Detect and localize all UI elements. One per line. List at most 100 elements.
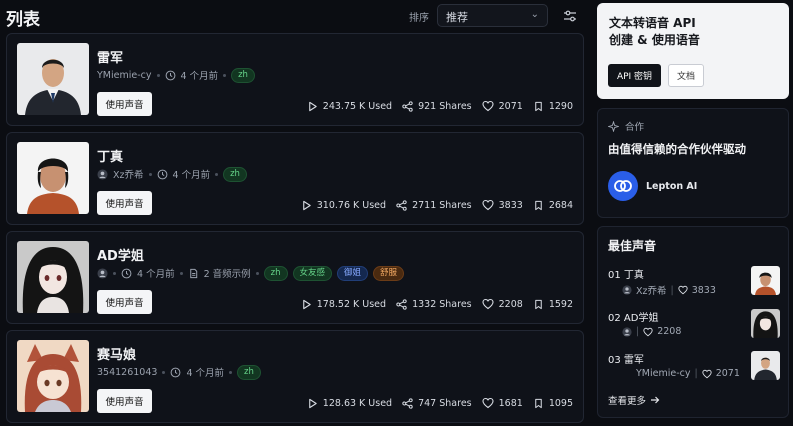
author-avatar-icon — [97, 169, 108, 180]
voice-avatar — [17, 241, 89, 313]
separator-dot — [113, 271, 116, 275]
share-icon — [396, 200, 407, 211]
voice-name[interactable]: 丁真 — [97, 146, 123, 165]
clock-icon — [157, 169, 168, 180]
voice-avatar — [17, 340, 89, 412]
list-header: 列表 排序 推荐 ⌄ — [0, 0, 590, 32]
share-stat[interactable]: 2711 Shares — [396, 200, 472, 211]
heart-icon — [678, 285, 688, 295]
save-stat[interactable]: 2684 — [533, 200, 573, 211]
heart-icon — [482, 199, 494, 211]
author-avatar-icon — [622, 327, 632, 337]
author-avatar-icon — [97, 268, 108, 279]
partner-link[interactable]: Lepton AI — [608, 171, 697, 201]
author-name[interactable]: 3541261043 — [97, 367, 157, 378]
filter-button[interactable] — [558, 4, 582, 27]
voice-avatar — [17, 142, 89, 214]
voice-card[interactable]: 赛马娘 3541261043 4 个月前 zh 使用声音 128.63 K Us… — [6, 330, 584, 423]
voice-stats: 243.75 K Used 921 Shares 2071 1290 — [307, 100, 573, 112]
bookmark-icon — [533, 200, 544, 211]
voice-name[interactable]: 雷军 — [97, 47, 123, 66]
separator: | — [670, 284, 674, 296]
clock-icon — [170, 367, 181, 378]
save-count: 1290 — [548, 100, 573, 112]
voice-stats: 310.76 K Used 2711 Shares 3833 2684 — [301, 199, 573, 211]
share-icon — [396, 299, 407, 310]
page-title: 列表 — [6, 10, 40, 30]
partner-title: 由值得信赖的合作伙伴驱动 — [608, 142, 746, 156]
play-icon — [307, 101, 318, 112]
like-count: 2208 — [498, 298, 523, 310]
voice-card[interactable]: AD学姐 4 个月前 2 音频示例 zh 女友感 御姐 舒服 使用声音 178.… — [6, 231, 584, 324]
best-voice-likes: 2208 — [657, 326, 682, 337]
language-tag: zh — [237, 364, 261, 380]
separator-dot — [156, 73, 160, 77]
voice-avatar — [17, 43, 89, 115]
author-avatar-icon — [622, 285, 632, 295]
style-tag: 舒服 — [373, 265, 405, 281]
voice-meta: YMiemie-cy 4 个月前 zh — [97, 67, 255, 83]
best-voice-item[interactable]: 03 雷军 YMiemie-cy | 2071 — [608, 351, 780, 385]
like-stat[interactable]: 3833 — [482, 199, 523, 211]
share-count: 747 Shares — [418, 397, 472, 409]
best-voice-item[interactable]: 01 丁真 Xz乔希 | 3833 — [608, 266, 780, 300]
style-tag: 御姐 — [337, 265, 369, 281]
author-name[interactable]: YMiemie-cy — [97, 70, 152, 81]
docs-button[interactable]: 文档 — [668, 64, 704, 87]
share-icon — [402, 398, 413, 409]
best-voice-name: 01 丁真 — [608, 270, 644, 281]
used-count: 178.52 K Used — [316, 298, 387, 310]
share-stat[interactable]: 1332 Shares — [396, 299, 472, 310]
author-name[interactable]: Xz乔希 — [113, 167, 144, 181]
separator: | — [694, 368, 698, 379]
see-more-link[interactable]: 查看更多 — [608, 393, 660, 407]
use-voice-button[interactable]: 使用声音 — [97, 92, 152, 116]
created-time: 4 个月前 — [186, 368, 225, 379]
save-stat[interactable]: 1095 — [533, 398, 573, 409]
heart-icon — [643, 327, 653, 337]
used-stat: 310.76 K Used — [301, 200, 386, 211]
partner-label: 合作 — [625, 122, 645, 133]
voice-stats: 178.52 K Used 1332 Shares 2208 1592 — [301, 298, 573, 310]
save-stat[interactable]: 1290 — [533, 101, 573, 112]
sort-label: 排序 — [409, 13, 429, 24]
partner-name: Lepton AI — [646, 180, 698, 192]
voice-card[interactable]: 丁真 Xz乔希 4 个月前 zh 使用声音 310.76 K Used 2711… — [6, 132, 584, 225]
use-voice-button[interactable]: 使用声音 — [97, 191, 152, 215]
bookmark-icon — [533, 398, 544, 409]
voice-meta: Xz乔希 4 个月前 zh — [97, 166, 247, 182]
voice-meta: 4 个月前 2 音频示例 zh 女友感 御姐 舒服 — [97, 265, 405, 281]
separator-dot — [215, 172, 219, 176]
like-stat[interactable]: 2071 — [482, 100, 523, 112]
share-stat[interactable]: 747 Shares — [402, 398, 472, 409]
share-stat[interactable]: 921 Shares — [402, 101, 472, 112]
sort-select[interactable]: 推荐 ⌄ — [437, 4, 548, 27]
created-time: 4 个月前 — [172, 170, 211, 181]
voice-name[interactable]: 赛马娘 — [97, 344, 136, 363]
like-stat[interactable]: 1681 — [482, 397, 523, 409]
save-stat[interactable]: 1592 — [533, 299, 573, 310]
best-voices-panel: 最佳声音 01 丁真 Xz乔希 | 3833 02 AD学姐 | 2208 03… — [597, 226, 789, 418]
used-stat: 178.52 K Used — [301, 299, 386, 310]
best-voice-name: 03 雷军 — [608, 355, 644, 366]
style-tag: 女友感 — [292, 265, 333, 281]
heart-icon — [482, 397, 494, 409]
save-count: 2684 — [548, 199, 573, 211]
use-voice-button[interactable]: 使用声音 — [97, 290, 152, 314]
api-key-button[interactable]: API 密钥 — [608, 64, 661, 87]
sliders-icon — [564, 10, 576, 21]
voice-card[interactable]: 雷军 YMiemie-cy 4 个月前 zh 使用声音 243.75 K Use… — [6, 33, 584, 126]
voice-name[interactable]: AD学姐 — [97, 245, 144, 264]
separator-dot — [255, 271, 259, 275]
like-stat[interactable]: 2208 — [482, 298, 523, 310]
like-count: 2071 — [498, 100, 523, 112]
chevron-down-icon: ⌄ — [530, 9, 539, 20]
best-voice-item[interactable]: 02 AD学姐 | 2208 — [608, 309, 780, 343]
share-count: 1332 Shares — [412, 298, 472, 310]
use-voice-button[interactable]: 使用声音 — [97, 389, 152, 413]
like-count: 3833 — [498, 199, 523, 211]
share-icon — [402, 101, 413, 112]
heart-icon — [482, 298, 494, 310]
save-count: 1095 — [548, 397, 573, 409]
separator-dot — [162, 370, 166, 374]
